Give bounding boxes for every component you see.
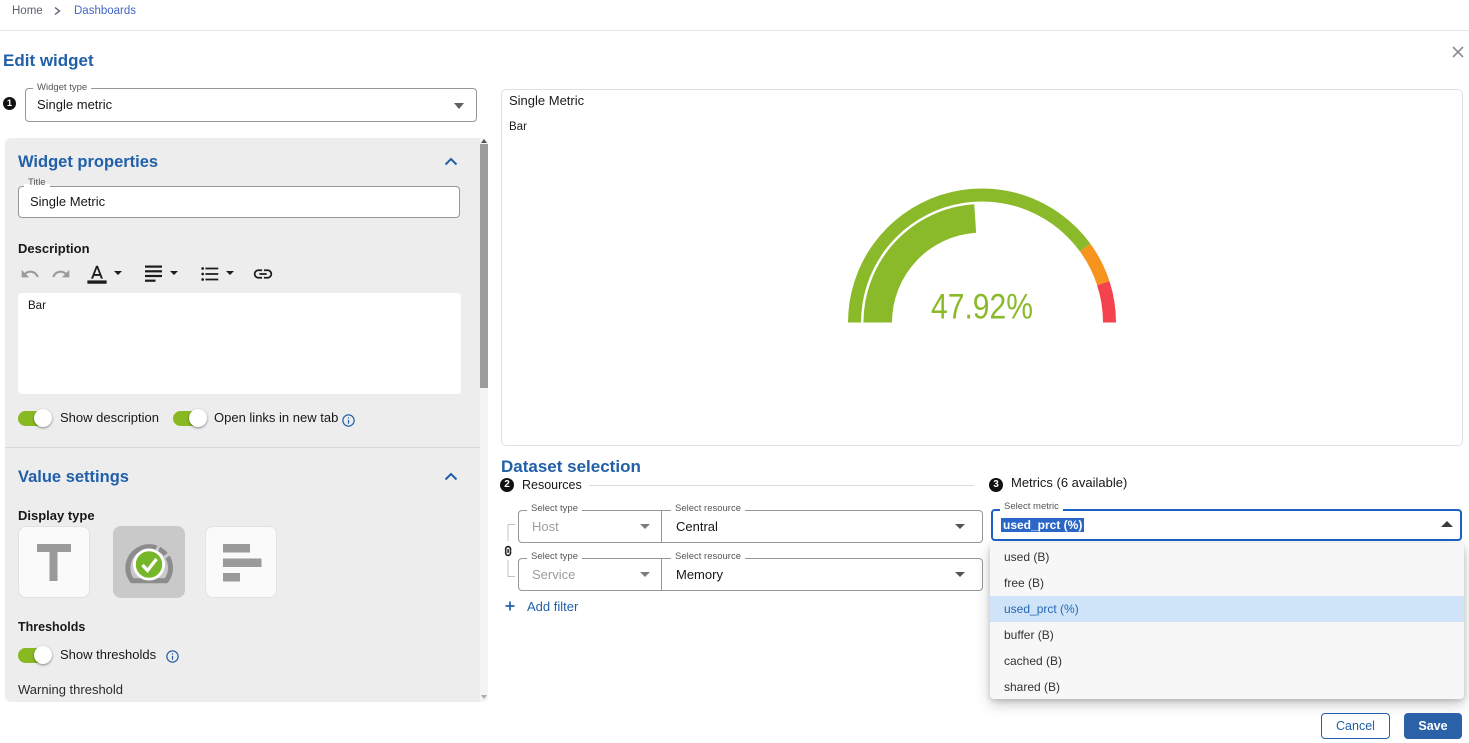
svg-text:47.92%: 47.92%	[931, 288, 1033, 327]
